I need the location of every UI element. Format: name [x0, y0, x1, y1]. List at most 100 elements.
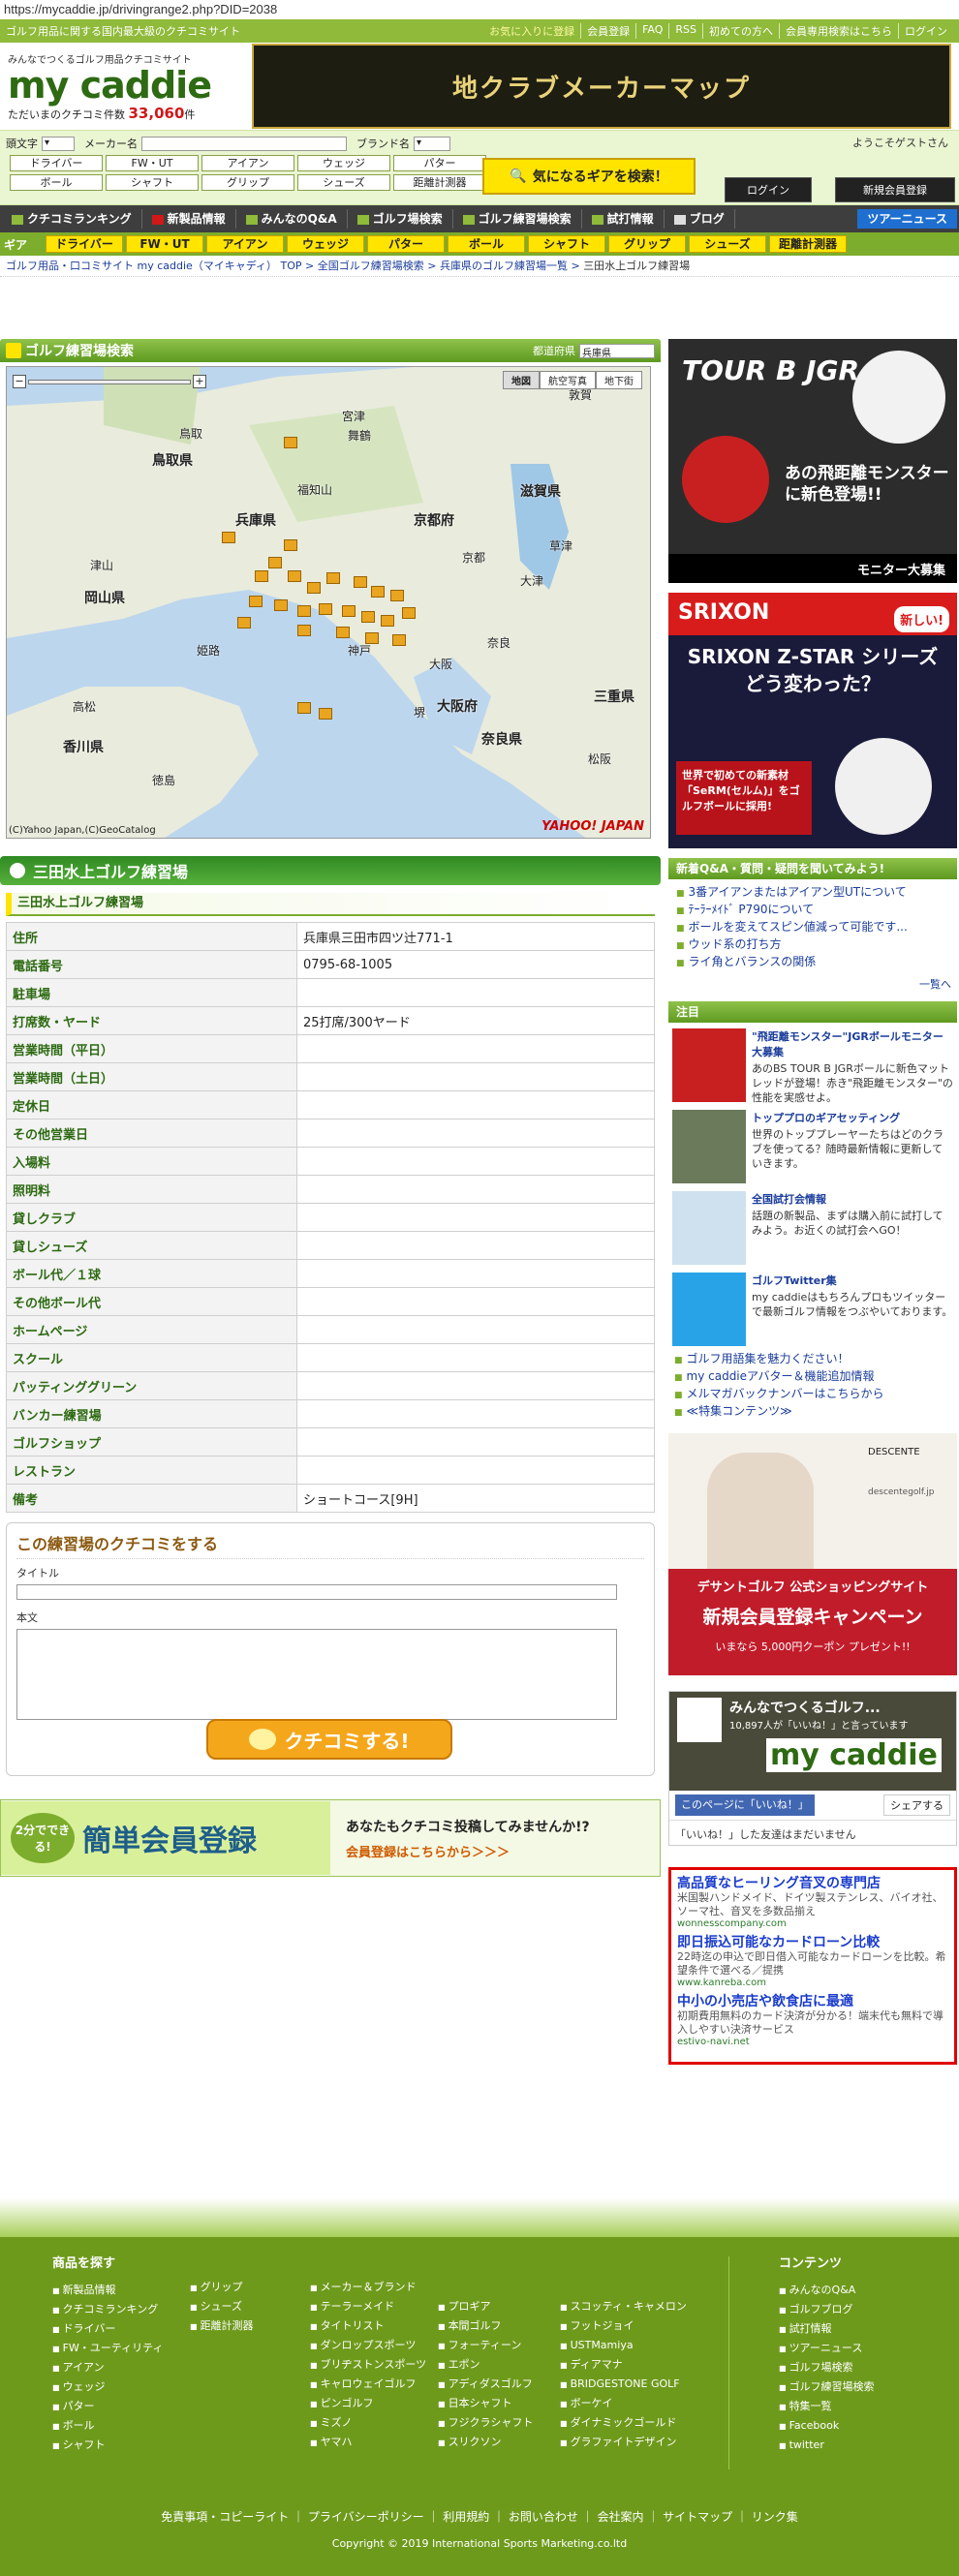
- brand-select[interactable]: ▾: [414, 136, 450, 151]
- notice-item-title[interactable]: ゴルフTwitter集: [752, 1273, 953, 1288]
- gear-cat-button[interactable]: パター: [393, 155, 486, 171]
- fb-share-button[interactable]: シェアする: [883, 1794, 950, 1816]
- nav-item[interactable]: ゴルフ場検索: [348, 209, 453, 229]
- range-marker[interactable]: [284, 539, 297, 551]
- register-button[interactable]: 新規会員登録: [835, 177, 955, 202]
- nav-item[interactable]: 試打情報: [582, 209, 665, 229]
- logo-block[interactable]: みんなでつくるゴルフ用品クチコミサイト my caddie ただいまのクチコミ件…: [8, 51, 252, 122]
- range-marker[interactable]: [297, 702, 311, 714]
- range-marker[interactable]: [237, 617, 251, 629]
- top-link[interactable]: ログイン: [898, 23, 953, 39]
- footer-link[interactable]: テーラーメイド: [310, 2297, 426, 2316]
- gear-tab[interactable]: ウェッジ: [287, 235, 364, 253]
- footer-link[interactable]: プロギア: [438, 2297, 533, 2316]
- footer-makers-title[interactable]: メーカー＆ブランド: [310, 2278, 426, 2297]
- footer-link[interactable]: ダンロップスポーツ: [310, 2336, 426, 2355]
- gear-cat-button[interactable]: ボール: [10, 174, 103, 191]
- range-marker[interactable]: [284, 437, 297, 448]
- nav-item[interactable]: ゴルフ練習場検索: [453, 209, 582, 229]
- footer-link[interactable]: フォーティーン: [438, 2336, 533, 2355]
- tab-underground[interactable]: 地下街: [596, 371, 642, 389]
- nav-item[interactable]: クチコミランキング: [2, 209, 142, 229]
- range-marker[interactable]: [268, 557, 282, 568]
- footer-link[interactable]: 日本シャフト: [438, 2394, 533, 2413]
- footer-link[interactable]: FW・ユーティリティ: [52, 2339, 164, 2358]
- gear-cat-button[interactable]: FW・UT: [106, 155, 199, 171]
- review-title-input[interactable]: [16, 1584, 617, 1600]
- review-body-textarea[interactable]: [16, 1629, 617, 1720]
- gear-tab[interactable]: シューズ: [689, 235, 766, 253]
- footer-link[interactable]: 新製品情報: [52, 2281, 163, 2300]
- text-ad-url[interactable]: estivo-navi.net: [677, 2037, 948, 2047]
- gear-cat-button[interactable]: ウェッジ: [297, 155, 390, 171]
- text-ad-url[interactable]: www.kanreba.com: [677, 1978, 948, 1988]
- range-marker[interactable]: [222, 532, 235, 543]
- range-marker[interactable]: [392, 634, 406, 646]
- nav-tour-news[interactable]: ツアーニュース: [857, 209, 957, 229]
- range-marker[interactable]: [390, 590, 404, 601]
- footer-link[interactable]: USTMamiya: [560, 2336, 687, 2355]
- top-link[interactable]: 会員専用検索はこちら: [779, 23, 898, 39]
- range-marker[interactable]: [319, 708, 332, 720]
- review-submit-button[interactable]: クチコミする!: [206, 1719, 452, 1760]
- top-link[interactable]: 会員登録: [580, 23, 635, 39]
- footer-link[interactable]: フットジョイ: [560, 2316, 687, 2336]
- footer-link[interactable]: ディアマナ: [560, 2355, 687, 2375]
- footer-link[interactable]: シャフト: [52, 2436, 163, 2455]
- maker-select[interactable]: [141, 136, 347, 151]
- footer-link[interactable]: ゴルフ場検索: [779, 2358, 875, 2377]
- footer-link[interactable]: 試打情報: [779, 2319, 875, 2339]
- member-register-banner[interactable]: 2分でできる! 簡単会員登録 あなたもクチコミ投稿してみませんか!? 会員登録は…: [0, 1799, 661, 1877]
- text-ad-headline[interactable]: 中小の小売店や飲食店に最適: [677, 1994, 948, 2009]
- range-marker[interactable]: [402, 607, 416, 619]
- nav-item[interactable]: みんなのQ&A: [236, 209, 348, 229]
- footer-link[interactable]: ゴルフ練習場検索: [779, 2377, 875, 2397]
- notice-item[interactable]: "飛距離モンスター"JGRボールモニター大募集 あのBS TOUR B JGRボー…: [668, 1023, 957, 1104]
- range-marker[interactable]: [319, 603, 332, 615]
- footer-link[interactable]: ドライバー: [52, 2319, 163, 2339]
- ad-jgr-cta[interactable]: モニター大募集: [668, 554, 957, 583]
- pref-select[interactable]: 兵庫県: [579, 343, 655, 359]
- gear-search-button[interactable]: 🔍 気になるギアを検索！: [482, 158, 696, 195]
- range-marker[interactable]: [354, 576, 367, 588]
- footer-link[interactable]: twitter: [779, 2436, 875, 2455]
- footer-link[interactable]: タイトリスト: [310, 2316, 426, 2336]
- gear-tab[interactable]: ボール: [448, 235, 525, 253]
- gear-tab[interactable]: アイアン: [206, 235, 284, 253]
- footer-link[interactable]: 特集一覧: [779, 2397, 875, 2416]
- range-map[interactable]: − + 地図 航空写真 地下街 鳥取 鳥取県 兵庫県 京都府 滋賀県 岡山県 京都…: [6, 366, 651, 839]
- notice-item-title[interactable]: 全国試打会情報: [752, 1191, 953, 1207]
- ad-descente[interactable]: DESCENTE descentegolf.jp デサントゴルフ 公式ショッピン…: [668, 1433, 957, 1675]
- footer-link[interactable]: アイアン: [52, 2358, 163, 2377]
- footer-link[interactable]: ヤマハ: [310, 2433, 426, 2452]
- footer-link[interactable]: キャロウェイゴルフ: [310, 2375, 426, 2394]
- breadcrumb-link[interactable]: 全国ゴルフ練習場検索: [318, 260, 424, 272]
- footer-link[interactable]: BRIDGESTONE GOLF: [560, 2375, 687, 2394]
- fb-like-button[interactable]: このページに「いいね！」: [675, 1794, 815, 1816]
- text-ad[interactable]: 高品質なヒーリング音叉の専門店 米国製ハンドメイド、ドイツ製ステンレス、バイオ社…: [677, 1876, 948, 1929]
- range-marker[interactable]: [342, 605, 356, 617]
- gear-tab[interactable]: シャフト: [528, 235, 605, 253]
- nav-item[interactable]: ブログ: [665, 209, 735, 229]
- top-link[interactable]: RSS: [668, 23, 702, 39]
- notice-item[interactable]: ゴルフTwitter集 my caddieはもちろんプロもツイッターで最新ゴルフ情…: [668, 1267, 957, 1348]
- ad-srixon[interactable]: SRIXON 新しい! SRIXON Z-STAR シリーズ どう変わった？ 世…: [668, 593, 957, 848]
- gear-tab[interactable]: ドライバー: [46, 235, 123, 253]
- notice-item[interactable]: 全国試打会情報 話題の新製品、まずは購入前に試打してみよう。お近くの試打会へGO！: [668, 1185, 957, 1267]
- range-marker[interactable]: [381, 615, 394, 627]
- range-marker[interactable]: [297, 625, 311, 636]
- footer-link[interactable]: ミズノ: [310, 2413, 426, 2433]
- gear-cat-button[interactable]: アイアン: [201, 155, 294, 171]
- map-zoom[interactable]: − +: [13, 375, 206, 388]
- footer-link[interactable]: グラファイトデザイン: [560, 2433, 687, 2452]
- qa-item[interactable]: ウッド系の打ち方: [676, 935, 957, 953]
- footer-link[interactable]: 本間ゴルフ: [438, 2316, 533, 2336]
- footer-link[interactable]: スコッティ・キャメロン: [560, 2297, 687, 2316]
- footer-link[interactable]: ボール: [52, 2416, 163, 2436]
- footer-link[interactable]: スリクソン: [438, 2433, 533, 2452]
- range-marker[interactable]: [361, 611, 375, 623]
- range-marker[interactable]: [297, 605, 311, 617]
- qa-item[interactable]: ﾃｰﾗｰﾒｲﾄﾞ P790について: [676, 901, 957, 918]
- site-logo[interactable]: my caddie: [8, 66, 252, 105]
- gear-cat-button[interactable]: シューズ: [297, 174, 390, 191]
